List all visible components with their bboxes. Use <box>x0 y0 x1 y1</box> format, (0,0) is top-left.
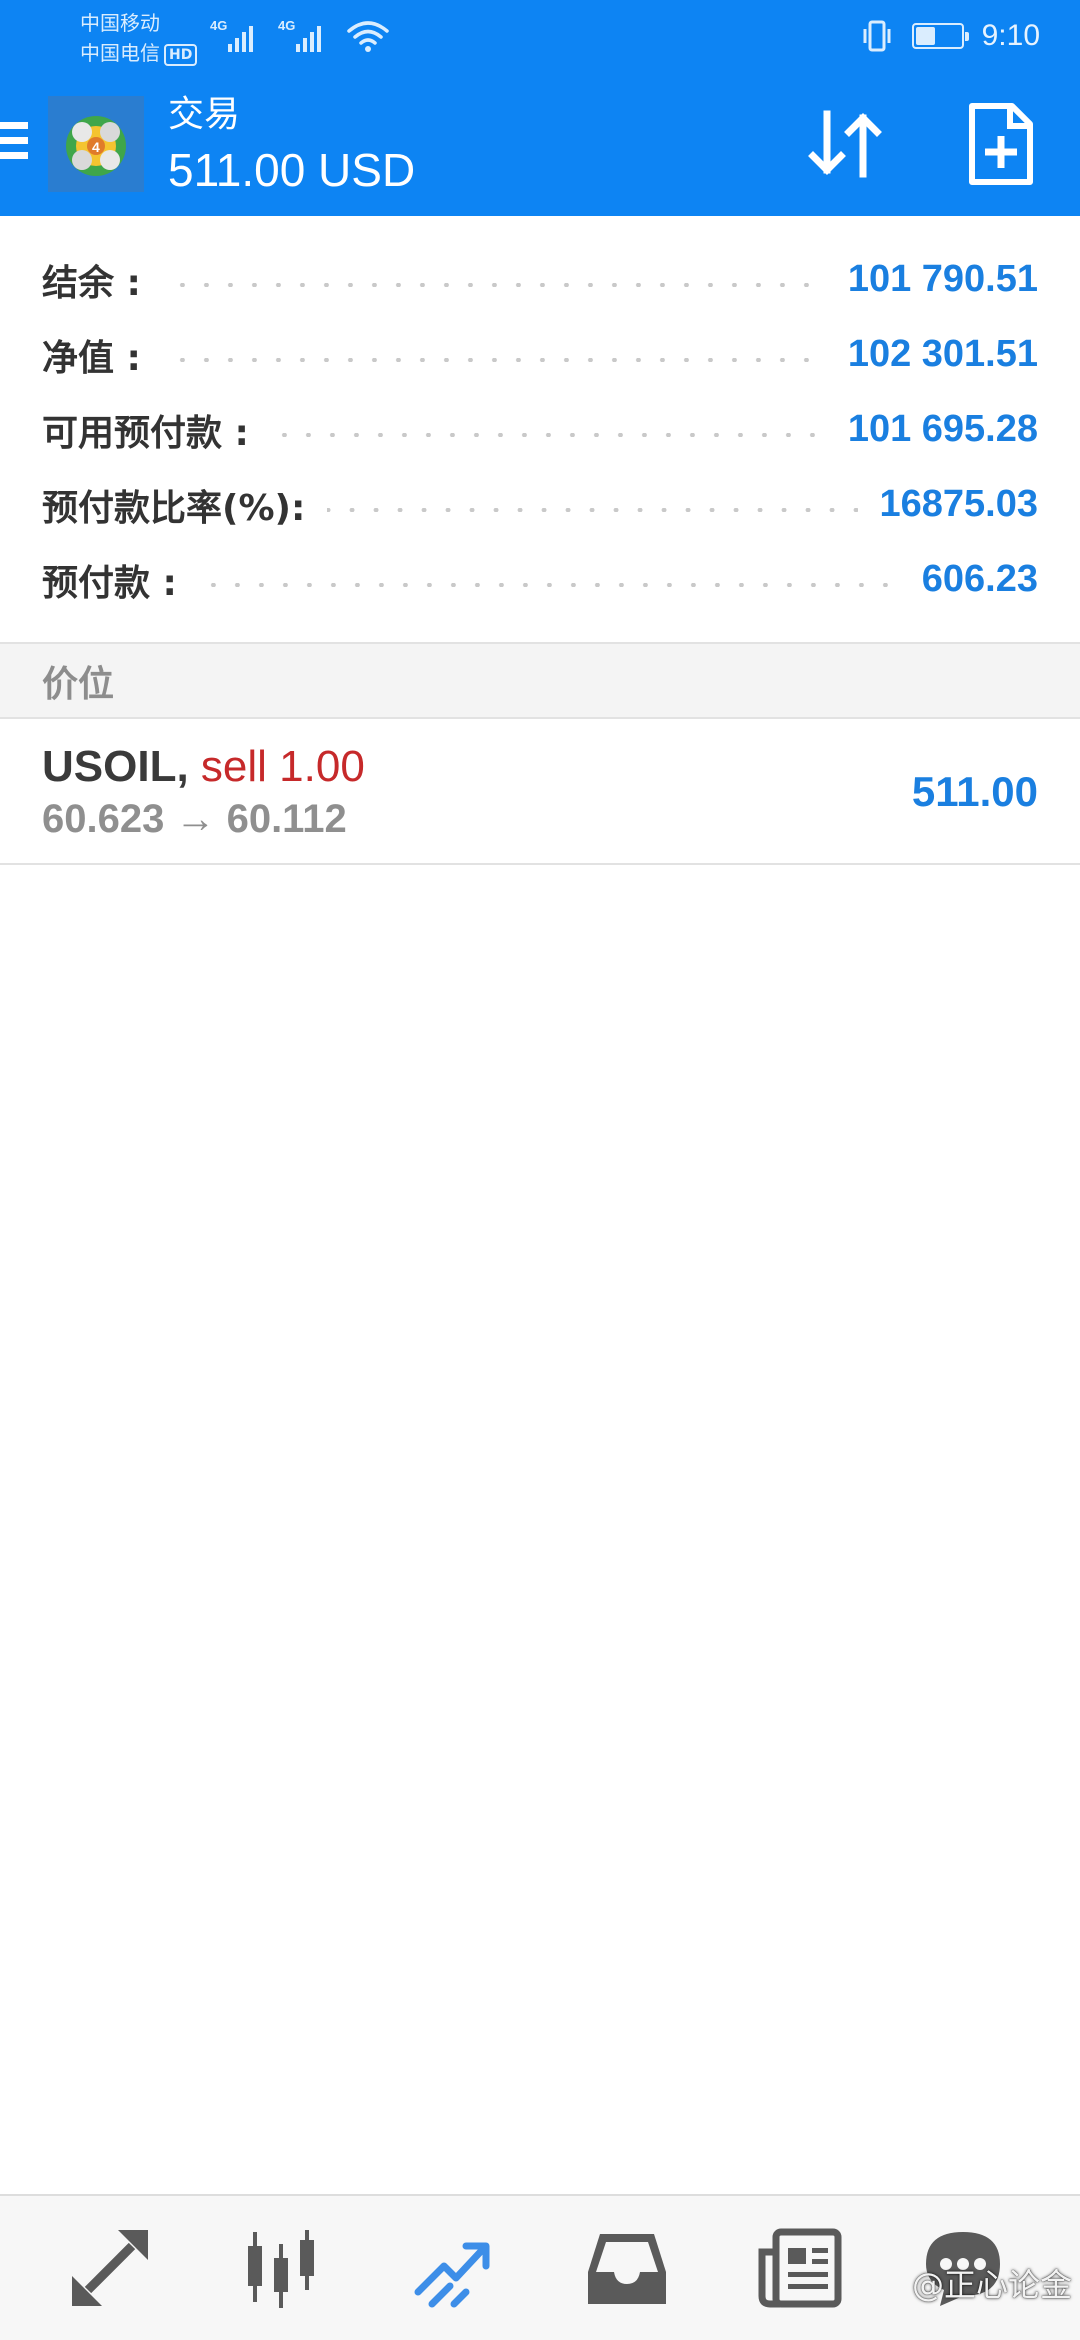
app-bar: 4 交易 511.00 USD <box>0 84 1080 204</box>
hd-badge: HD <box>164 43 198 66</box>
equity-label: 净值 : <box>42 337 141 379</box>
history-icon <box>588 2234 666 2304</box>
quotes-icon <box>72 2230 148 2306</box>
nav-trade[interactable] <box>408 2226 498 2310</box>
margin-value: 606.23 <box>921 558 1038 600</box>
position-row[interactable]: USOIL, sell 1.00 60.623 → 60.112 511.00 <box>0 719 1080 865</box>
battery-fill <box>915 27 935 45</box>
menu-icon[interactable] <box>0 122 28 166</box>
signal-indicators: 4G 4G <box>210 14 390 54</box>
svg-text:4: 4 <box>92 139 100 155</box>
nav-chart[interactable] <box>236 2226 326 2310</box>
margin-level-row: 预付款比率(%): 16875.03 <box>0 467 1080 542</box>
status-bar: 中国移动 中国电信 HD 4G 4G 9:10 <box>0 0 1080 76</box>
equity-value: 102 301.51 <box>847 333 1038 375</box>
dotted-leader <box>162 357 826 362</box>
positions-header-label: 价位 <box>42 663 115 705</box>
dotted-leader <box>198 582 900 587</box>
metatrader-logo-icon[interactable]: 4 <box>48 96 144 192</box>
carrier-info: 中国移动 中国电信 HD <box>80 8 198 68</box>
wifi-icon <box>347 21 389 52</box>
position-symbol: USOIL, <box>42 742 189 791</box>
nav-history[interactable] <box>582 2226 672 2310</box>
balance-label: 结余 : <box>42 262 141 304</box>
position-profit: 511.00 <box>911 768 1038 815</box>
network-type-2: 4G <box>278 18 296 33</box>
news-icon <box>758 2228 842 2308</box>
account-summary: 结余 : 101 790.51 净值 : 102 301.51 可用预付款 : … <box>0 242 1080 617</box>
free-margin-row: 可用预付款 : 101 695.28 <box>0 392 1080 467</box>
status-right: 9:10 <box>860 14 1040 58</box>
positions-header: 价位 <box>0 642 1080 719</box>
nav-quotes[interactable] <box>66 2226 156 2310</box>
signal-2-icon: 4G <box>278 18 328 54</box>
dotted-leader <box>327 507 858 512</box>
margin-label: 预付款 : <box>42 562 177 604</box>
battery-icon <box>911 23 969 49</box>
new-order-icon[interactable] <box>966 102 1036 186</box>
sort-icon[interactable] <box>805 104 885 184</box>
watermark: @正心论金 <box>911 2266 1072 2304</box>
carrier-1: 中国移动 <box>80 11 160 35</box>
balance-value: 101 790.51 <box>847 258 1038 300</box>
profit-summary: 511.00 USD <box>168 144 416 196</box>
dotted-leader <box>162 282 826 287</box>
balance-row: 结余 : 101 790.51 <box>0 242 1080 317</box>
dotted-leader <box>270 432 826 437</box>
margin-row: 预付款 : 606.23 <box>0 542 1080 617</box>
page-title: 交易 <box>168 94 241 135</box>
position-price-move: 60.623 → 60.112 <box>42 797 347 841</box>
equity-row: 净值 : 102 301.51 <box>0 317 1080 392</box>
chart-icon <box>248 2230 314 2308</box>
margin-level-value: 16875.03 <box>879 483 1039 525</box>
carrier-2: 中国电信 <box>80 41 160 65</box>
clock: 9:10 <box>981 19 1040 52</box>
signal-1-icon: 4G <box>210 18 260 54</box>
network-type-1: 4G <box>210 18 228 33</box>
nav-news[interactable] <box>756 2226 846 2310</box>
trade-icon <box>414 2242 490 2308</box>
vibrate-icon <box>863 20 891 52</box>
free-margin-value: 101 695.28 <box>847 408 1038 450</box>
position-side: sell 1.00 <box>200 742 365 791</box>
top-bar: 中国移动 中国电信 HD 4G 4G 9:10 4 交易 511.00 USD <box>0 0 1080 216</box>
margin-level-label: 预付款比率(%): <box>42 487 306 529</box>
position-title: USOIL, sell 1.00 <box>42 739 365 795</box>
free-margin-label: 可用预付款 : <box>42 412 249 454</box>
